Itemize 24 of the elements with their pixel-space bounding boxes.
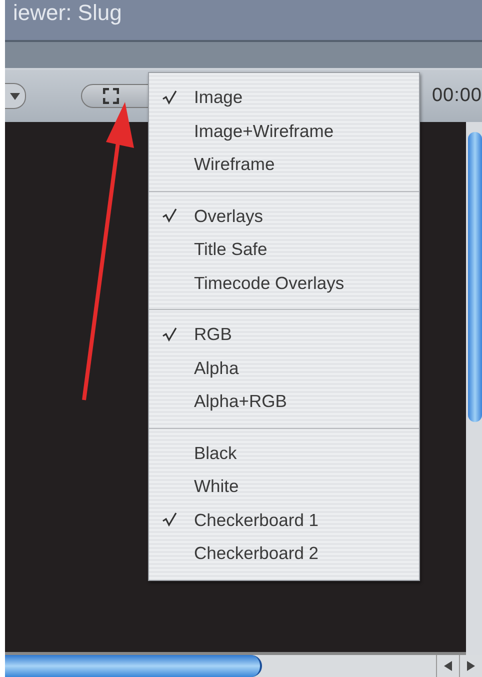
- menu-item[interactable]: Checkerboard 1: [149, 504, 419, 537]
- menu-item[interactable]: Black: [149, 436, 419, 470]
- right-arrow-icon: [467, 661, 475, 671]
- dropdown-button[interactable]: [5, 83, 26, 109]
- menu-item[interactable]: Timecode Overlays: [149, 266, 419, 300]
- menu-item[interactable]: RGB: [149, 318, 419, 352]
- horizontal-scrollbar[interactable]: [5, 655, 482, 677]
- menu-item[interactable]: White: [149, 470, 419, 504]
- vertical-scrollbar[interactable]: [466, 122, 482, 655]
- scroll-thumb[interactable]: [5, 655, 262, 677]
- menu-item[interactable]: Image+Wireframe: [149, 114, 419, 148]
- frame-corners-icon: [103, 88, 119, 104]
- timecode: 00:00: [432, 85, 482, 107]
- menu-item[interactable]: Alpha: [149, 352, 419, 385]
- scroll-thumb[interactable]: [468, 132, 482, 422]
- menu-item[interactable]: Wireframe: [149, 148, 419, 182]
- left-arrow-icon: [444, 661, 452, 671]
- menu-item[interactable]: Overlays: [149, 200, 419, 233]
- menu-item[interactable]: Image: [149, 81, 419, 114]
- menu-item[interactable]: Alpha+RGB: [149, 385, 419, 418]
- menu-item[interactable]: Checkerboard 2: [149, 537, 419, 570]
- window-title: iewer: Slug: [12, 0, 122, 26]
- menu-item[interactable]: Title Safe: [149, 233, 419, 266]
- caret-icon: [10, 92, 20, 100]
